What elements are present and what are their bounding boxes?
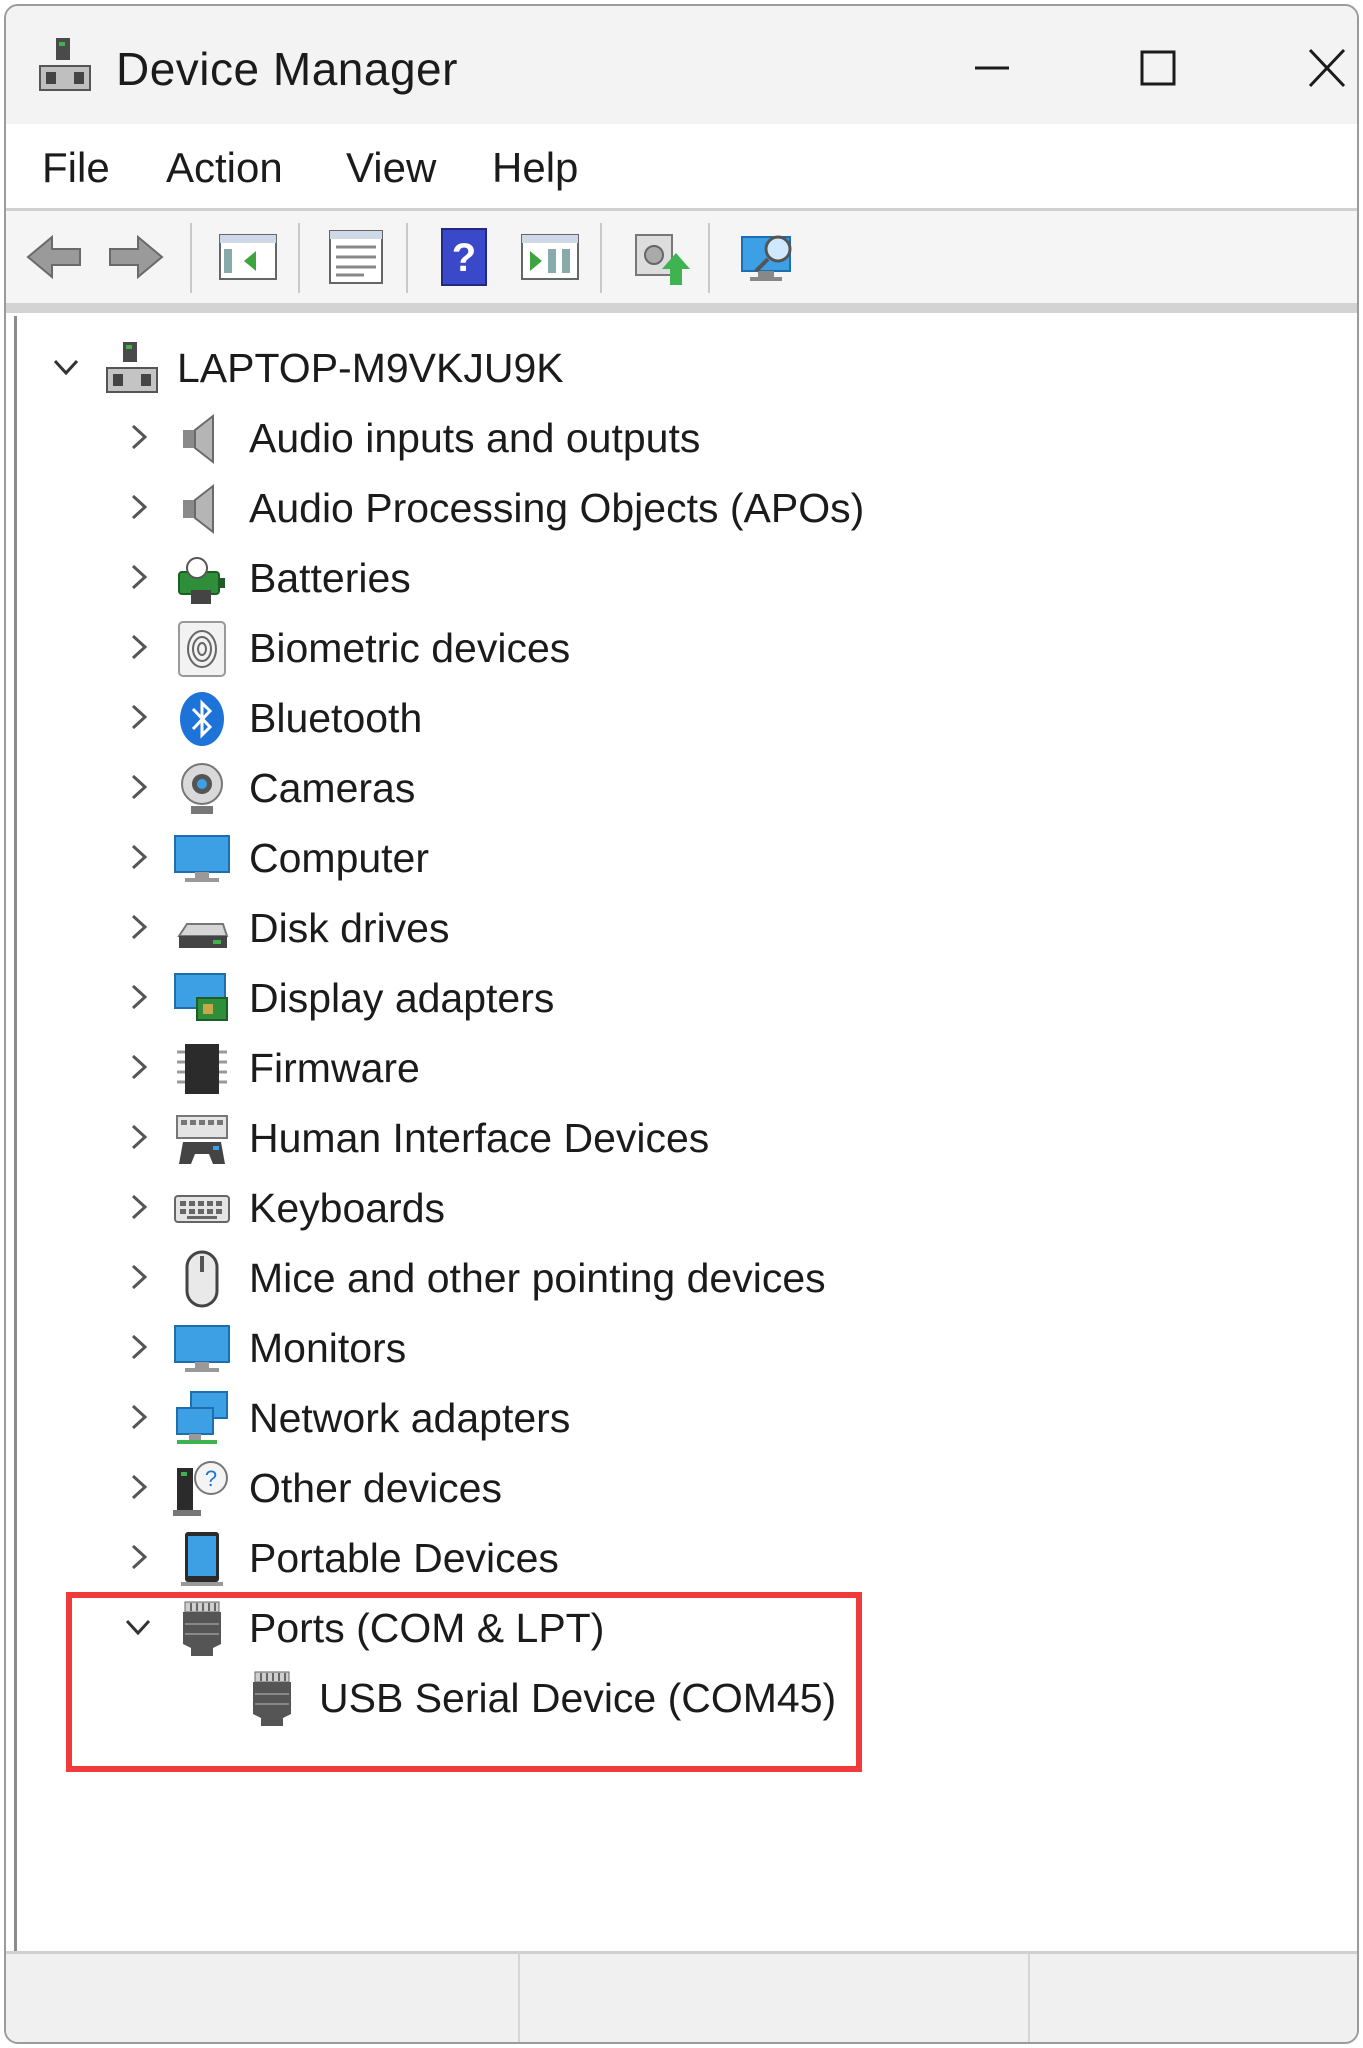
chevron-right-icon[interactable] [121,1400,155,1434]
bluetooth-icon [173,690,231,748]
mouse-icon [173,1250,231,1308]
category-label: Portable Devices [249,1535,559,1581]
monitor-icon [173,1320,231,1378]
minimize-button[interactable] [937,28,1047,108]
chevron-right-icon[interactable] [121,420,155,454]
chip-icon [173,1040,231,1098]
category-label: Mice and other pointing devices [249,1255,826,1301]
tree-category-bluetooth[interactable]: Bluetooth [17,686,1317,752]
show-hide-console-tree-icon[interactable] [216,225,280,289]
menu-bar: File Action View Help [6,124,1357,211]
battery-icon [173,550,231,608]
tree-category-display-adapters[interactable]: Display adapters [17,966,1317,1032]
category-label: Bluetooth [249,695,423,741]
speaker-icon [173,480,231,538]
device-manager-app-icon [36,36,94,98]
forward-arrow-icon[interactable] [104,225,168,289]
chevron-right-icon[interactable] [121,1330,155,1364]
tree-category-portable-devices[interactable]: Portable Devices [17,1526,1317,1592]
chevron-right-icon[interactable] [121,1260,155,1294]
menu-file[interactable]: File [42,144,110,192]
tree-category-computer[interactable]: Computer [17,826,1317,892]
maximize-button[interactable] [1102,28,1212,108]
svg-text:?: ? [205,1466,217,1491]
display-adapter-icon [173,970,231,1028]
category-label: Firmware [249,1045,420,1091]
network-icon [173,1390,231,1448]
tree-category-monitors[interactable]: Monitors [17,1316,1317,1382]
toolbar: ? [6,211,1357,313]
chevron-down-icon[interactable] [49,350,83,384]
tree-category-batteries[interactable]: Batteries [17,546,1317,612]
chevron-right-icon[interactable] [121,700,155,734]
chevron-right-icon[interactable] [121,560,155,594]
menu-view[interactable]: View [346,144,436,192]
tree-category-apos[interactable]: Audio Processing Objects (APOs) [17,476,1317,542]
chevron-right-icon[interactable] [121,1050,155,1084]
chevron-right-icon[interactable] [121,840,155,874]
category-label: Display adapters [249,975,555,1021]
category-label: Audio inputs and outputs [249,415,701,461]
chevron-right-icon[interactable] [121,770,155,804]
category-label: Audio Processing Objects (APOs) [249,485,865,531]
category-label: Cameras [249,765,416,811]
tree-category-firmware[interactable]: Firmware [17,1036,1317,1102]
chevron-right-icon[interactable] [121,1470,155,1504]
chevron-right-icon[interactable] [121,910,155,944]
status-bar [6,1951,1357,2042]
chevron-right-icon[interactable] [121,1190,155,1224]
back-arrow-icon[interactable] [22,225,86,289]
unknown-device-icon: ? [173,1460,231,1518]
fingerprint-icon [173,620,231,678]
window-title: Device Manager [116,43,458,95]
category-label: Monitors [249,1325,407,1371]
category-label: Computer [249,835,430,881]
tree-root[interactable]: LAPTOP-M9VKJU9K [17,336,1317,402]
category-label: Biometric devices [249,625,571,671]
computer-name: LAPTOP-M9VKJU9K [177,345,564,391]
tree-category-biometric[interactable]: Biometric devices [17,616,1317,682]
highlight-box [66,1592,862,1772]
tree-category-disk-drives[interactable]: Disk drives [17,896,1317,962]
chevron-right-icon[interactable] [121,1120,155,1154]
computer-tower-icon [103,340,161,398]
category-label: Network adapters [249,1395,571,1441]
monitor-icon [173,830,231,888]
update-driver-icon[interactable] [626,225,690,289]
properties-icon[interactable] [324,225,388,289]
tree-category-mice[interactable]: Mice and other pointing devices [17,1246,1317,1312]
tree-category-audio-inputs[interactable]: Audio inputs and outputs [17,406,1317,472]
svg-text:?: ? [452,236,476,280]
close-button[interactable] [1272,28,1357,108]
portable-device-icon [173,1530,231,1588]
help-icon[interactable]: ? [432,225,496,289]
menu-help[interactable]: Help [492,144,578,192]
tree-category-keyboards[interactable]: Keyboards [17,1176,1317,1242]
scan-hardware-changes-icon[interactable] [738,225,802,289]
category-label: Other devices [249,1465,502,1511]
console-view-icon[interactable] [518,225,582,289]
webcam-icon [173,760,231,818]
chevron-right-icon[interactable] [121,1540,155,1574]
category-label: Human Interface Devices [249,1115,710,1161]
category-label: Batteries [249,555,411,601]
hid-icon [173,1110,231,1168]
category-label: Keyboards [249,1185,446,1231]
device-manager-window: Device Manager File Action View Help ? L… [4,4,1359,2044]
chevron-right-icon[interactable] [121,980,155,1014]
tree-category-network-adapters[interactable]: Network adapters [17,1386,1317,1452]
title-bar: Device Manager [6,6,1357,124]
speaker-icon [173,410,231,468]
tree-category-hid[interactable]: Human Interface Devices [17,1106,1317,1172]
tree-category-cameras[interactable]: Cameras [17,756,1317,822]
chevron-right-icon[interactable] [121,630,155,664]
menu-action[interactable]: Action [166,144,283,192]
chevron-right-icon[interactable] [121,490,155,524]
category-label: Disk drives [249,905,450,951]
disk-drive-icon [173,900,231,958]
keyboard-icon [173,1180,231,1238]
tree-category-other-devices[interactable]: ? Other devices [17,1456,1317,1522]
